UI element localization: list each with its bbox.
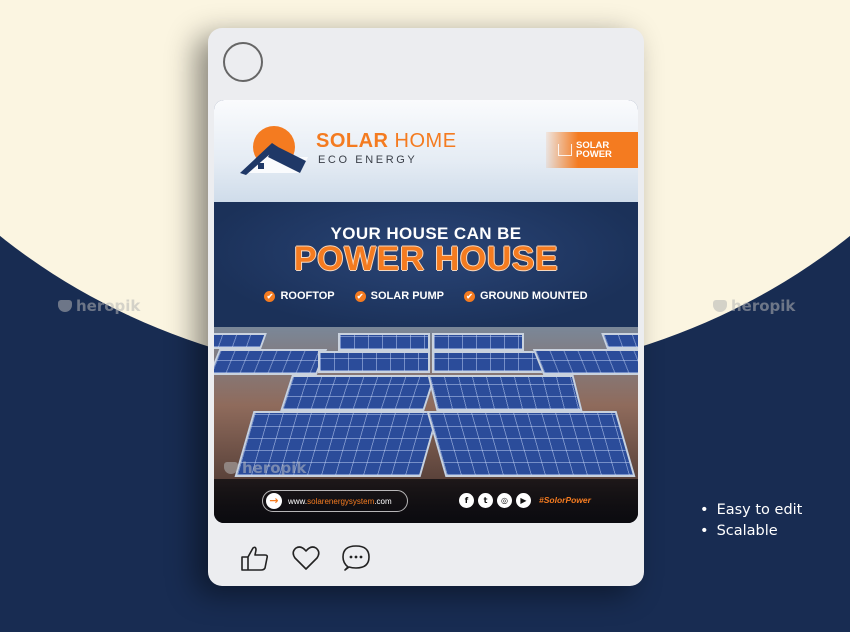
youtube-icon[interactable]: ▶ xyxy=(516,493,531,508)
solar-panels-photo: heropik → www.solarenergysystem.com f t … xyxy=(214,327,638,523)
watermark: heropik xyxy=(58,297,140,315)
solar-panel xyxy=(318,351,430,373)
check-icon: ✔ xyxy=(264,290,276,302)
facebook-icon[interactable]: f xyxy=(459,493,474,508)
solar-home-logo-icon xyxy=(240,126,308,175)
check-icon: ✔ xyxy=(463,290,475,302)
solar-panel xyxy=(280,375,436,411)
comment-icon[interactable] xyxy=(342,544,370,572)
solar-panel xyxy=(338,333,430,351)
watermark: heropik xyxy=(713,297,795,315)
solar-panel xyxy=(532,349,638,375)
headline-line2: POWER HOUSE xyxy=(293,240,559,278)
feature-item: ✔ SOLAR PUMP xyxy=(354,290,444,302)
website-link[interactable]: → www.solarenergysystem.com xyxy=(262,490,408,512)
hashtag: #SolorPower xyxy=(539,495,591,505)
social-icons: f t ◎ ▶ xyxy=(459,493,531,508)
watermark: heropik xyxy=(224,459,306,477)
like-icon[interactable] xyxy=(240,544,270,572)
brand-title: SOLAR HOME xyxy=(316,130,457,152)
post-header: SOLAR HOME ECO ENERGY SOLAR POWER xyxy=(214,100,638,202)
feature-list: ✔ ROOFTOP ✔ SOLAR PUMP ✔ GROUND MOUNTED xyxy=(214,290,638,302)
solar-panel xyxy=(601,333,638,349)
avatar[interactable] xyxy=(223,42,263,82)
solar-panel xyxy=(432,351,544,373)
feature-item: ✔ GROUND MOUNTED xyxy=(463,290,588,302)
solar-panel xyxy=(432,333,524,351)
feature-item: ✔ ROOFTOP xyxy=(264,290,335,302)
instagram-icon[interactable]: ◎ xyxy=(497,493,512,508)
arrow-right-icon: → xyxy=(266,493,282,509)
solar-panel xyxy=(426,411,636,477)
heart-icon[interactable] xyxy=(292,545,320,571)
post-actions xyxy=(240,544,370,572)
social-post-mockup: SOLAR HOME ECO ENERGY SOLAR POWER YOUR HO… xyxy=(208,28,644,586)
feature-bullets: Easy to edit Scalable xyxy=(700,500,803,542)
brand-subtitle: ECO ENERGY xyxy=(318,154,418,166)
check-icon: ✔ xyxy=(354,290,366,302)
twitter-icon[interactable]: t xyxy=(478,493,493,508)
post-image: SOLAR HOME ECO ENERGY SOLAR POWER YOUR HO… xyxy=(214,100,638,523)
solar-panel xyxy=(427,375,583,411)
solar-panel xyxy=(214,349,328,375)
bullet-item: Easy to edit xyxy=(700,500,803,521)
solar-power-badge: SOLAR POWER xyxy=(546,132,638,168)
bullet-item: Scalable xyxy=(700,521,802,542)
headline-banner: YOUR HOUSE CAN BE POWER HOUSE ✔ ROOFTOP ✔… xyxy=(214,202,638,327)
solar-panel xyxy=(214,333,267,349)
house-icon xyxy=(558,144,572,156)
post-footer: → www.solarenergysystem.com f t ◎ ▶ #Sol… xyxy=(214,479,638,523)
